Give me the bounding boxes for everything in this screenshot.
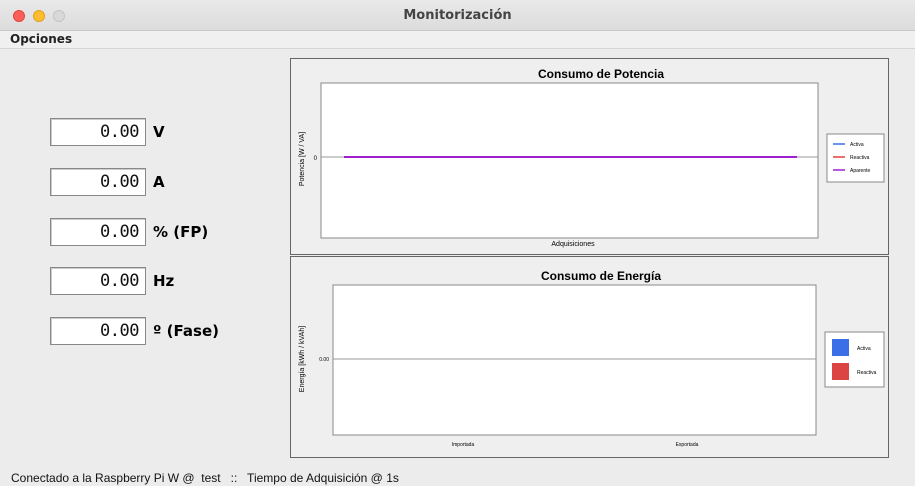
energy-x-tick-exportada: Exportada [676, 442, 699, 448]
title-bar: Monitorización [0, 0, 915, 31]
phase-display: 0.00 [50, 317, 146, 345]
frequency-unit: Hz [153, 272, 175, 290]
legend-reactiva-label: Reactiva [850, 155, 870, 161]
legend-activa-label: Activa [850, 142, 864, 148]
power-chart: Consumo de Potencia 0 Potencia [W / VA] … [291, 59, 888, 254]
legend-aparente-label: Aparente [850, 168, 871, 174]
voltage-value: 0.00 [100, 122, 139, 142]
current-display: 0.00 [50, 168, 146, 196]
legend-energy-activa-label: Activa [857, 346, 871, 352]
legend-energy-reactiva-swatch [832, 363, 849, 380]
voltage-unit: V [153, 123, 165, 141]
energy-x-tick-importada: Importada [452, 442, 475, 448]
current-value: 0.00 [100, 172, 139, 192]
menu-bar: Opciones [0, 31, 915, 49]
legend-energy-reactiva-label: Reactiva [857, 370, 877, 376]
window-title: Monitorización [403, 8, 512, 23]
phase-unit: º (Fase) [153, 322, 219, 340]
menu-options[interactable]: Opciones [10, 32, 72, 46]
phase-value: 0.00 [100, 321, 139, 341]
frequency-value: 0.00 [100, 271, 139, 291]
energy-plot-area [332, 284, 817, 436]
energy-y-tick: 0.00 [319, 357, 329, 363]
power-y-label: Potencia [W / VA] [299, 132, 306, 186]
power-chart-panel: Consumo de Potencia 0 Potencia [W / VA] … [290, 58, 889, 255]
power-x-label: Adquisiciones [551, 241, 595, 248]
legend-energy-activa-swatch [832, 339, 849, 356]
voltage-display: 0.00 [50, 118, 146, 146]
energy-y-label: Energía [kWh / kVAh] [299, 326, 306, 392]
power-factor-unit: % (FP) [153, 223, 209, 241]
energy-chart: Consumo de Energía 0.00 Energía [kWh / k… [291, 257, 888, 457]
current-unit: A [153, 173, 165, 191]
power-plot-area [320, 82, 819, 239]
status-bar: Conectado a la Raspberry Pi W @ test :: … [11, 471, 399, 485]
energy-chart-title: Consumo de Energía [541, 269, 661, 283]
power-factor-display: 0.00 [50, 218, 146, 246]
power-chart-title: Consumo de Potencia [538, 67, 664, 81]
power-factor-value: 0.00 [100, 222, 139, 242]
energy-chart-panel: Consumo de Energía 0.00 Energía [kWh / k… [290, 256, 889, 458]
frequency-display: 0.00 [50, 267, 146, 295]
